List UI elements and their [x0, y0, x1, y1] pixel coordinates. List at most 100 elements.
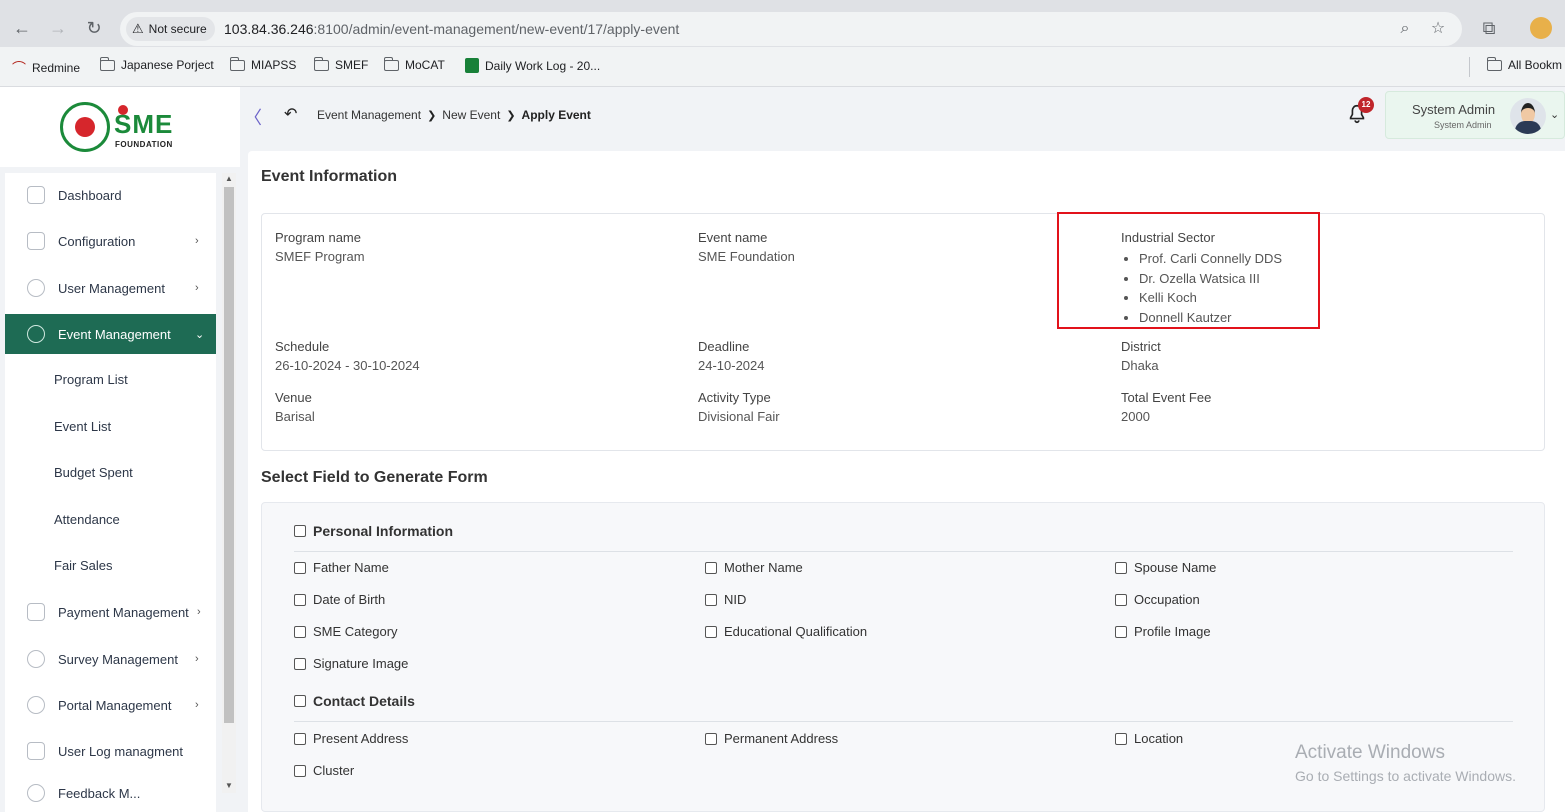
zoom-icon[interactable]: ⌕	[1395, 19, 1415, 39]
personal-information-checkbox[interactable]	[294, 525, 306, 537]
bookmark-mocat[interactable]: MoCAT	[383, 56, 445, 72]
folder-icon	[229, 56, 245, 71]
log-icon	[27, 742, 45, 760]
sidebar-subitem-budget-spent[interactable]: Budget Spent	[54, 465, 133, 480]
father-name-option[interactable]: Father Name	[294, 560, 389, 575]
chevron-right-icon: ›	[195, 653, 199, 665]
collapse-sidebar-icon[interactable]: 〈	[244, 104, 262, 130]
bookmark-all-bookmarks[interactable]: All Bookm	[1486, 56, 1562, 72]
cluster-option[interactable]: Cluster	[294, 763, 354, 778]
checkbox[interactable]	[294, 561, 306, 574]
checkbox[interactable]	[1115, 593, 1127, 606]
occupation-option[interactable]: Occupation	[1115, 592, 1200, 607]
back-icon[interactable]: ↶	[284, 104, 297, 124]
activation-watermark-subtitle: Go to Settings to activate Windows.	[1295, 768, 1516, 784]
breadcrumb-apply-event: Apply Event	[521, 108, 591, 122]
date-of-birth-option[interactable]: Date of Birth	[294, 592, 385, 607]
checkbox[interactable]	[705, 625, 717, 638]
nid-option[interactable]: NID	[705, 592, 746, 607]
bookmark-smef[interactable]: SMEF	[313, 56, 368, 72]
main-content: Event Information Program name SMEF Prog…	[248, 151, 1565, 812]
sidebar-item-dashboard[interactable]: Dashboard	[5, 175, 216, 215]
profile-avatar-icon[interactable]	[1530, 17, 1552, 39]
deadline-field: Deadline 24-10-2024	[698, 339, 765, 373]
logo[interactable]: SME FOUNDATION	[0, 87, 240, 167]
schedule-field: Schedule 26-10-2024 - 30-10-2024	[275, 339, 420, 373]
breadcrumb-new-event[interactable]: New Event	[442, 108, 500, 122]
folder-icon	[1486, 56, 1502, 71]
mother-name-option[interactable]: Mother Name	[705, 560, 803, 575]
sme-category-option[interactable]: SME Category	[294, 624, 398, 639]
sidebar-item-survey-management[interactable]: Survey Management ›	[5, 639, 216, 679]
venue-field: Venue Barisal	[275, 390, 315, 424]
checkbox[interactable]	[294, 657, 306, 670]
sidebar-item-feedback[interactable]: Feedback M...	[5, 773, 216, 812]
sidebar-scrollbar[interactable]: ▲ ▼	[222, 173, 236, 793]
district-field: District Dhaka	[1121, 339, 1161, 373]
sidebar-item-event-management[interactable]: Event Management ⌄	[5, 314, 216, 354]
star-icon[interactable]: ☆	[1428, 19, 1448, 39]
sheets-icon	[465, 58, 479, 73]
user-role: System Admin	[1434, 120, 1492, 130]
bookmark-redmine[interactable]: ⌒ Redmine	[12, 58, 80, 78]
sidebar-item-portal-management[interactable]: Portal Management ›	[5, 685, 216, 725]
folder-icon	[383, 56, 399, 71]
checkbox[interactable]	[705, 561, 717, 574]
sidebar-subitem-event-list[interactable]: Event List	[54, 419, 111, 434]
security-label: Not secure	[148, 22, 207, 36]
sidebar: Dashboard Configuration › User Managemen…	[5, 173, 216, 812]
signature-image-option[interactable]: Signature Image	[294, 656, 408, 671]
location-option[interactable]: Location	[1115, 731, 1183, 746]
security-chip[interactable]: ⚠ Not secure	[126, 17, 215, 41]
divider	[294, 721, 1513, 722]
forward-arrow-icon[interactable]: →	[46, 16, 70, 40]
bookmark-japanese-project[interactable]: Japanese Porject	[99, 56, 214, 72]
breadcrumb-event-management[interactable]: Event Management	[317, 108, 421, 122]
spouse-name-option[interactable]: Spouse Name	[1115, 560, 1216, 575]
contact-details-group[interactable]: Contact Details	[294, 693, 415, 709]
topbar: 〈 ↶ Event Management ❯ New Event ❯ Apply…	[240, 87, 1565, 145]
present-address-option[interactable]: Present Address	[294, 731, 408, 746]
checkbox[interactable]	[294, 593, 306, 606]
checkbox[interactable]	[294, 764, 306, 777]
user-menu[interactable]: System Admin System Admin ⌄	[1385, 91, 1565, 139]
bookmark-miapss[interactable]: MIAPSS	[229, 56, 296, 72]
scroll-up-icon[interactable]: ▲	[225, 174, 233, 183]
sidebar-subitem-fair-sales[interactable]: Fair Sales	[54, 558, 113, 573]
sidebar-subitem-program-list[interactable]: Program List	[54, 372, 128, 387]
reload-icon[interactable]: ↻	[82, 16, 106, 40]
chevron-down-icon: ⌄	[1550, 109, 1560, 121]
back-arrow-icon[interactable]: ←	[10, 16, 34, 40]
checkbox[interactable]	[294, 732, 306, 745]
checkbox[interactable]	[1115, 561, 1127, 574]
permanent-address-option[interactable]: Permanent Address	[705, 731, 838, 746]
checkbox[interactable]	[705, 593, 717, 606]
personal-information-group[interactable]: Personal Information	[294, 523, 453, 539]
checkbox[interactable]	[705, 732, 717, 745]
scroll-down-icon[interactable]: ▼	[225, 781, 233, 790]
event-information-title: Event Information	[261, 168, 398, 185]
sidebar-subitem-attendance[interactable]: Attendance	[54, 512, 120, 527]
educational-qualification-option[interactable]: Educational Qualification	[705, 624, 867, 639]
sidebar-item-payment-management[interactable]: Payment Management ›	[5, 592, 216, 632]
sidebar-item-user-management[interactable]: User Management ›	[5, 268, 216, 308]
activity-type-field: Activity Type Divisional Fair	[698, 390, 780, 424]
bookmark-divider	[1469, 57, 1470, 77]
checkbox[interactable]	[1115, 625, 1127, 638]
breadcrumb: Event Management ❯ New Event ❯ Apply Eve…	[317, 108, 591, 122]
grid-icon	[27, 186, 45, 204]
pie-chart-icon	[27, 650, 45, 668]
scrollbar-thumb[interactable]	[224, 187, 234, 723]
url-text[interactable]: 103.84.36.246:8100/admin/event-managemen…	[224, 21, 679, 37]
address-bar[interactable]: ⚠ Not secure 103.84.36.246:8100/admin/ev…	[120, 12, 1462, 46]
bookmark-daily-work-log[interactable]: Daily Work Log - 20...	[465, 58, 600, 73]
sidebar-item-configuration[interactable]: Configuration ›	[5, 221, 216, 261]
contact-details-checkbox[interactable]	[294, 695, 306, 707]
extensions-icon[interactable]: ⧉	[1477, 16, 1501, 40]
checkbox[interactable]	[1115, 732, 1127, 745]
sidebar-item-user-log[interactable]: User Log managment	[5, 731, 216, 771]
form-field-selector: Personal Information Father Name Mother …	[261, 502, 1545, 812]
activation-watermark-title: Activate Windows	[1295, 742, 1445, 763]
checkbox[interactable]	[294, 625, 306, 638]
profile-image-option[interactable]: Profile Image	[1115, 624, 1211, 639]
